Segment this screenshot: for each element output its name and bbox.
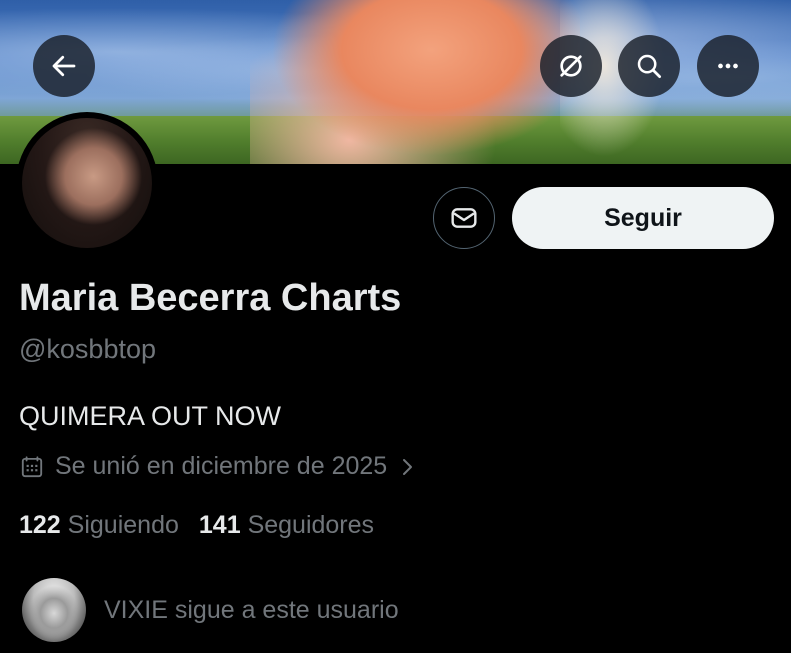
profile-bio: QUIMERA OUT NOW bbox=[19, 401, 282, 431]
follow-button[interactable]: Seguir bbox=[512, 187, 774, 249]
banner-figure bbox=[250, 0, 580, 164]
chevron-right-icon bbox=[403, 458, 413, 475]
more-button[interactable] bbox=[697, 35, 759, 97]
followers-count: 141 bbox=[198, 511, 241, 539]
follower-avatar[interactable] bbox=[22, 578, 86, 642]
profile-avatar[interactable] bbox=[16, 112, 158, 254]
followers-link[interactable]: 141 Seguidores bbox=[199, 511, 374, 540]
search-button[interactable] bbox=[618, 35, 680, 97]
following-link[interactable]: 122 Siguiendo bbox=[19, 511, 179, 540]
more-icon bbox=[718, 63, 738, 69]
followed-by-text: VIXIE sigue a este usuario bbox=[104, 595, 399, 624]
following-count: 122 bbox=[19, 511, 61, 539]
followers-label: Seguidores bbox=[247, 511, 375, 539]
back-button[interactable] bbox=[33, 35, 95, 97]
message-button[interactable] bbox=[433, 187, 495, 249]
following-label: Siguiendo bbox=[67, 511, 179, 539]
search-icon bbox=[637, 54, 661, 78]
arrow-left-icon bbox=[52, 55, 76, 77]
join-date[interactable]: Se unió en diciembre de 2025 bbox=[19, 452, 417, 481]
follow-stats: 122 Siguiendo 141 Seguidores bbox=[19, 511, 374, 540]
display-name: Maria Becerra Charts bbox=[19, 277, 402, 319]
hide-icon bbox=[560, 55, 582, 77]
followed-by-row[interactable]: VIXIE sigue a este usuario bbox=[22, 578, 399, 642]
message-icon bbox=[451, 208, 477, 228]
hide-button[interactable] bbox=[540, 35, 602, 97]
avatar-image bbox=[22, 118, 152, 248]
join-date-text: Se unió en diciembre de 2025 bbox=[55, 452, 388, 480]
calendar-icon bbox=[21, 455, 43, 477]
user-handle: @kosbbtop bbox=[19, 334, 156, 364]
